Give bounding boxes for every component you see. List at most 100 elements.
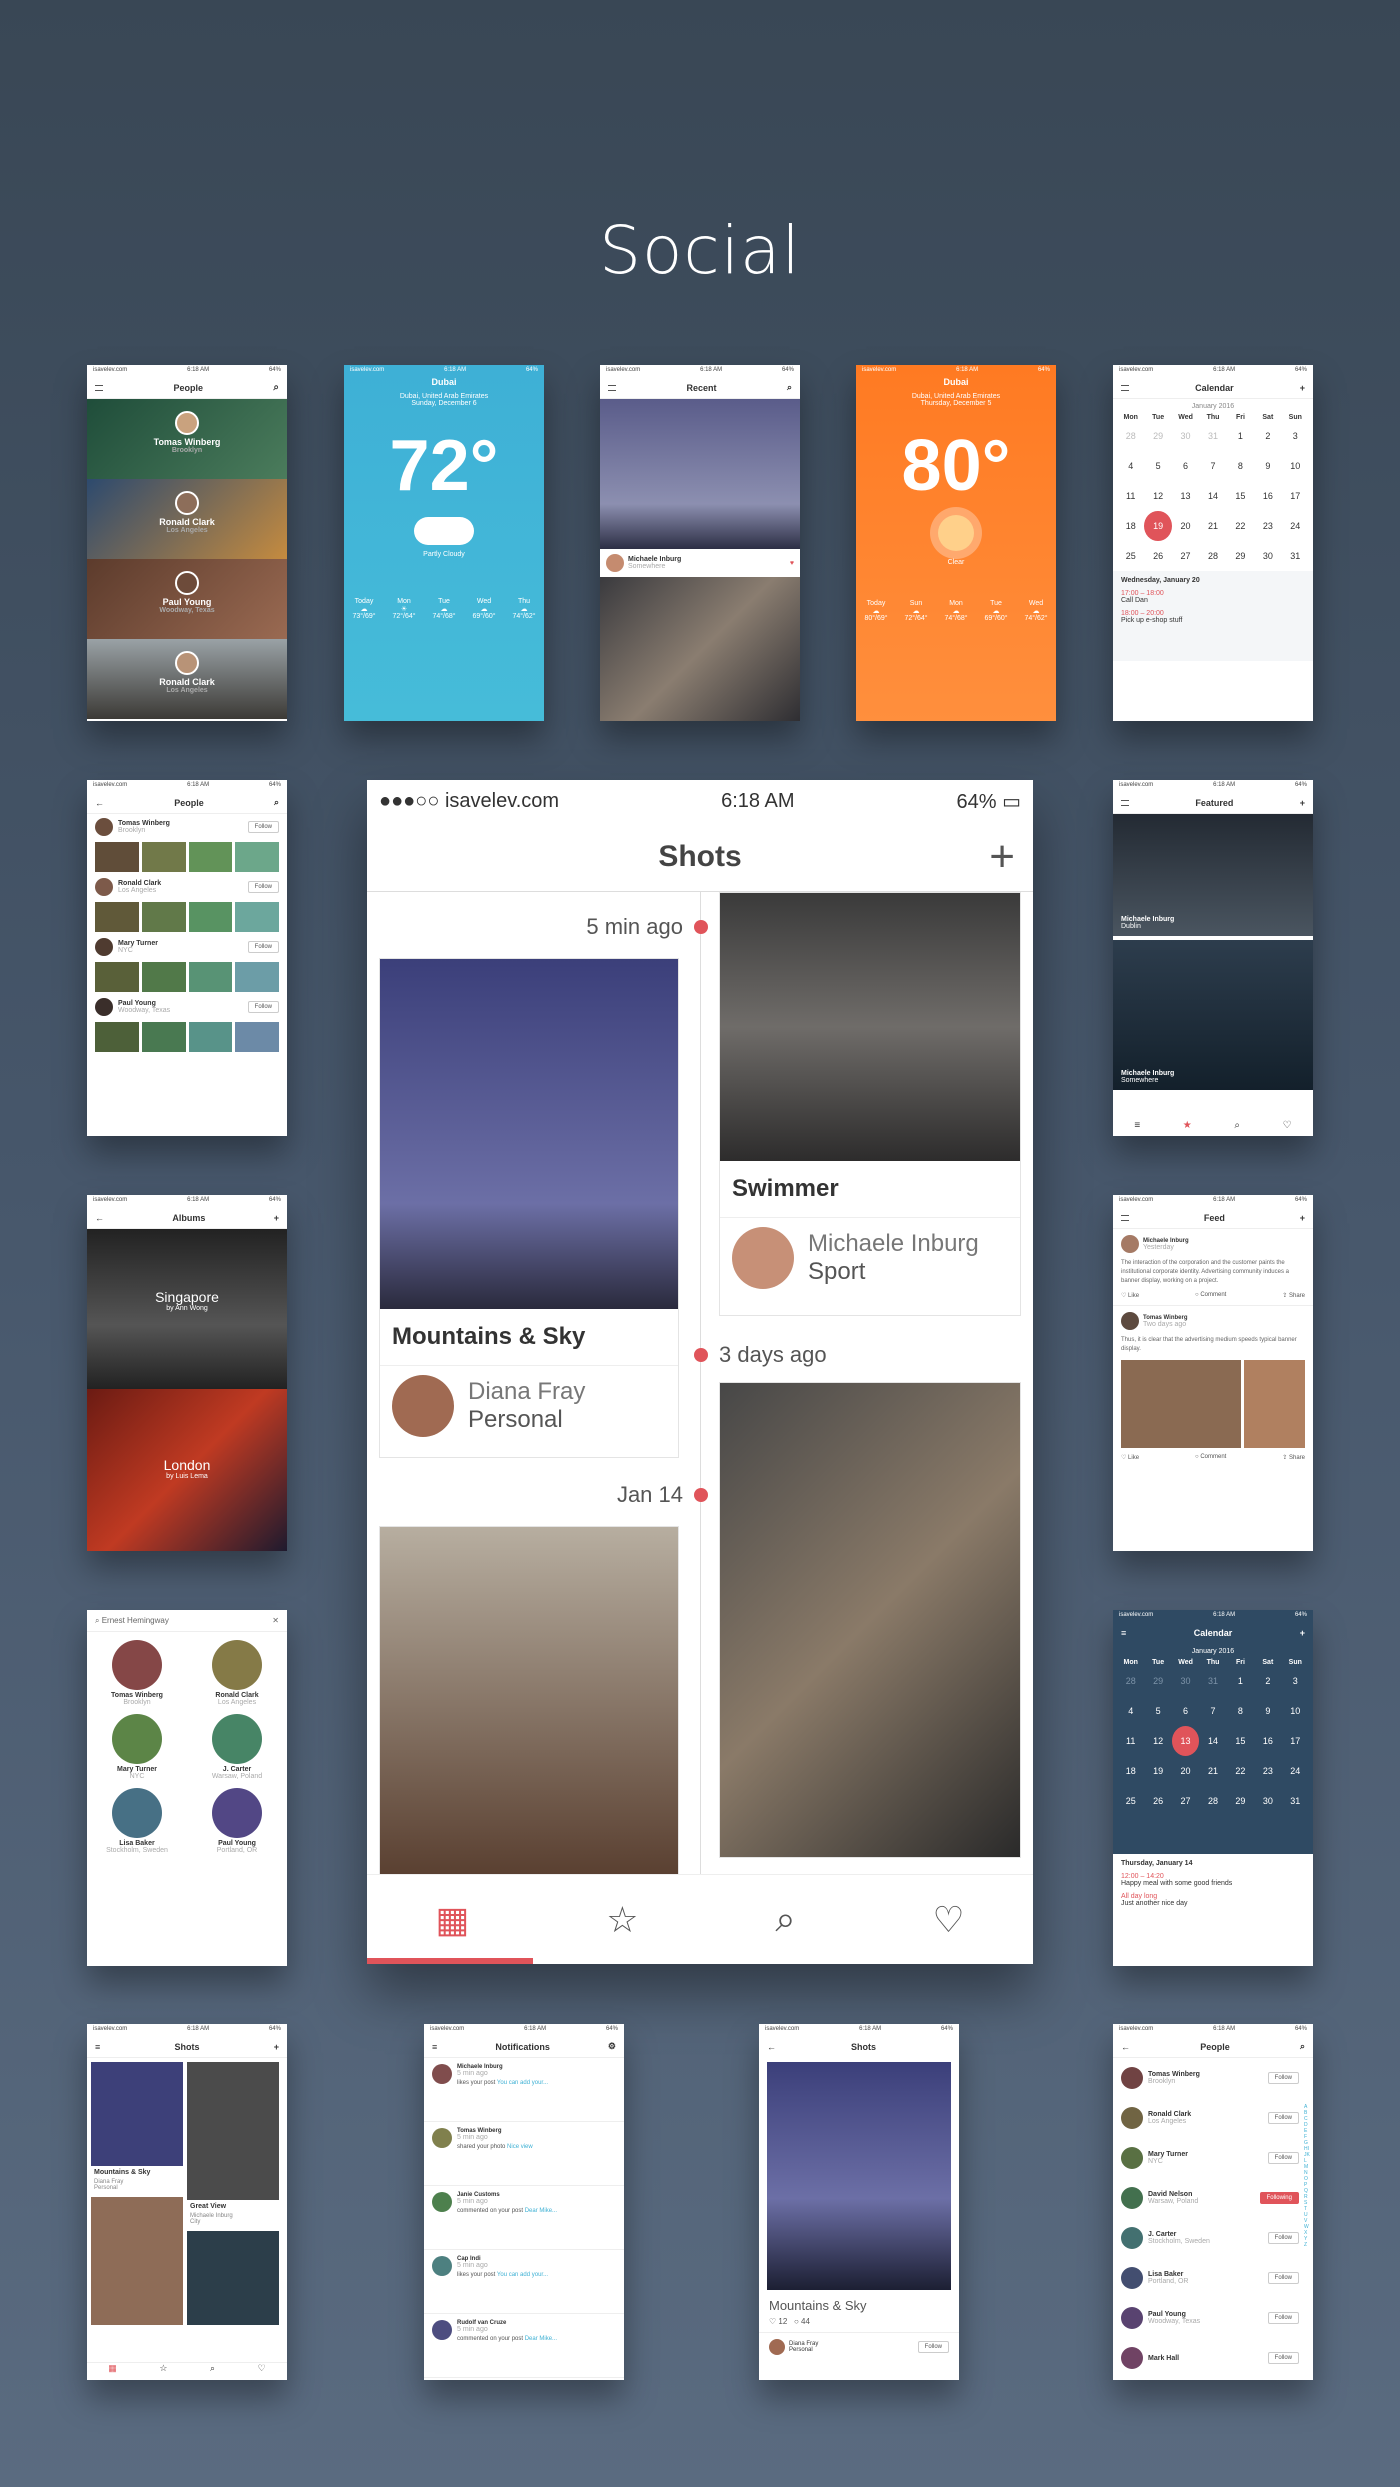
- calendar-day[interactable]: 30: [1172, 421, 1199, 451]
- calendar-day[interactable]: 6: [1172, 1696, 1199, 1726]
- photo[interactable]: [380, 959, 678, 1309]
- people-list-screen[interactable]: isavelev.com 6:18 AM 64% ← People ⌕ Tomas Wi…: [1113, 2024, 1313, 2380]
- follow-button[interactable]: Follow: [1267, 2152, 1299, 2164]
- calendar-day[interactable]: 28: [1117, 421, 1144, 451]
- day-grid[interactable]: 28 29 30 31 1 2 3 4 5 6 7 8 9 10 11 12 13 14 15 16 17 18 19 20 2…: [1113, 421, 1313, 571]
- person-tile[interactable]: Tomas Winberg Brooklyn: [87, 1640, 187, 1706]
- calendar-day[interactable]: 10: [1282, 451, 1309, 481]
- list-item[interactable]: Ronald Clark Los Angeles Follow: [87, 874, 287, 900]
- photo[interactable]: [600, 577, 800, 721]
- photo-strip[interactable]: [87, 840, 287, 874]
- follow-button[interactable]: Follow: [1267, 2232, 1299, 2244]
- calendar-day[interactable]: 9: [1254, 451, 1281, 481]
- photo[interactable]: [600, 399, 800, 549]
- photo-strip[interactable]: [87, 960, 287, 994]
- shots-screen[interactable]: ●●●○○ isavelev.com 6:18 AM 64% ▭ Shots + 5 …: [367, 780, 1033, 1964]
- calendar-day[interactable]: 17: [1282, 1726, 1309, 1756]
- notification-item[interactable]: Tomas Winberg 5 min ago shared your photo …: [424, 2122, 624, 2186]
- calendar-day[interactable]: 19: [1144, 1756, 1171, 1786]
- shot-card[interactable]: Mountains & Sky Diana Fray Personal: [379, 958, 679, 1458]
- list-item[interactable]: Paul Young Woodway, Texas: [87, 559, 287, 639]
- shot-card[interactable]: [379, 1526, 679, 1876]
- follow-button[interactable]: Follow: [247, 821, 279, 833]
- calendar-day[interactable]: 3: [1282, 1666, 1309, 1696]
- list-item[interactable]: Paul Young Woodway, Texas Follow: [87, 994, 287, 1020]
- shots-grid-screen[interactable]: isavelev.com 6:18 AM 64% ≡ Shots + Mountains…: [87, 2024, 287, 2380]
- weather-screen[interactable]: isavelev.com 6:18 AM 64% Dubai Dubai, Unit…: [344, 365, 544, 721]
- calendar-day[interactable]: 2: [1254, 1666, 1281, 1696]
- calendar-day[interactable]: 25: [1117, 541, 1144, 571]
- calendar-day[interactable]: 13: [1172, 481, 1199, 511]
- follow-button[interactable]: Follow: [1267, 2112, 1299, 2124]
- calendar-day[interactable]: 26: [1144, 541, 1171, 571]
- calendar-day[interactable]: 30: [1254, 541, 1281, 571]
- calendar-day[interactable]: 22: [1227, 511, 1254, 541]
- calendar-day[interactable]: 27: [1172, 541, 1199, 571]
- person-tile[interactable]: Lisa Baker Stockholm, Sweden: [87, 1788, 187, 1854]
- calendar-day[interactable]: 14: [1199, 481, 1226, 511]
- tab-bar[interactable]: ▦ ☆ ⌕ ♡: [87, 2362, 287, 2380]
- featured-screen[interactable]: isavelev.com 6:18 AM 64% Featured + Michael…: [1113, 780, 1313, 1136]
- calendar-day[interactable]: 27: [1172, 1786, 1199, 1816]
- calendar-day[interactable]: 21: [1199, 511, 1226, 541]
- calendar-day[interactable]: 12: [1144, 1726, 1171, 1756]
- calendar-day[interactable]: 31: [1199, 1666, 1226, 1696]
- calendar-day[interactable]: 11: [1117, 481, 1144, 511]
- photo-strip[interactable]: [87, 900, 287, 934]
- calendar-day[interactable]: 1: [1227, 1666, 1254, 1696]
- follow-button[interactable]: Follow: [917, 2341, 949, 2353]
- calendar-day[interactable]: 8: [1227, 451, 1254, 481]
- follow-button[interactable]: Following: [1259, 2192, 1299, 2204]
- shot-detail-screen[interactable]: isavelev.com 6:18 AM 64% ← Shots Mountains …: [759, 2024, 959, 2380]
- follow-button[interactable]: Follow: [1267, 2352, 1299, 2364]
- calendar-day[interactable]: 26: [1144, 1786, 1171, 1816]
- search-icon[interactable]: ⌕: [775, 1898, 795, 1941]
- list-item[interactable]: Mary Turner NYC Follow: [1113, 2138, 1313, 2178]
- calendar-screen[interactable]: isavelev.com 6:18 AM 64% Calendar + January…: [1113, 365, 1313, 721]
- search-screen[interactable]: ⌕ Ernest Hemingway ✕ Tomas Winberg Brookly…: [87, 1610, 287, 1966]
- list-item[interactable]: Mark Hall Follow: [1113, 2338, 1313, 2378]
- calendar-day[interactable]: 15: [1227, 1726, 1254, 1756]
- calendar-day[interactable]: 3: [1282, 421, 1309, 451]
- list-item[interactable]: Tomas Winberg Brooklyn Follow: [1113, 2058, 1313, 2098]
- calendar-day[interactable]: 28: [1199, 1786, 1226, 1816]
- photo[interactable]: [767, 2062, 951, 2290]
- person-tile[interactable]: Mary Turner NYC: [87, 1714, 187, 1780]
- calendar-day[interactable]: 23: [1254, 511, 1281, 541]
- list-item[interactable]: Tomas Winberg Brooklyn Follow: [87, 814, 287, 840]
- tab-bar[interactable]: ≡ ★ ⌕ ♡: [1113, 1114, 1313, 1136]
- calendar-day[interactable]: 12: [1144, 481, 1171, 511]
- album-card[interactable]: Singapore by Ann Wong: [87, 1229, 287, 1389]
- photo[interactable]: Michaele Inburg Somewhere: [1113, 940, 1313, 1090]
- calendar-day[interactable]: 6: [1172, 451, 1199, 481]
- calendar-day[interactable]: 2: [1254, 421, 1281, 451]
- calendar-day[interactable]: 13: [1171, 1726, 1200, 1756]
- menu-icon[interactable]: [95, 384, 103, 391]
- calendar-day[interactable]: 29: [1144, 421, 1171, 451]
- heart-icon[interactable]: ♡: [932, 1899, 964, 1941]
- feed-post[interactable]: Tomas Winberg Two days ago Thus, it is cl…: [1113, 1305, 1313, 1467]
- calendar-day[interactable]: 17: [1282, 481, 1309, 511]
- follow-button[interactable]: Follow: [1267, 2312, 1299, 2324]
- photo[interactable]: [720, 893, 1020, 1161]
- calendar-day[interactable]: 4: [1117, 1696, 1144, 1726]
- search-icon[interactable]: ⌕: [273, 382, 279, 393]
- calendar-day[interactable]: 9: [1254, 1696, 1281, 1726]
- calendar-day[interactable]: 5: [1144, 451, 1171, 481]
- list-item[interactable]: Tomas Winberg Brooklyn: [87, 399, 287, 479]
- calendar-day[interactable]: 20: [1172, 511, 1199, 541]
- calendar-day[interactable]: 30: [1254, 1786, 1281, 1816]
- list-item[interactable]: Ronald Clark Los Angeles Follow: [1113, 2098, 1313, 2138]
- calendar-day[interactable]: 22: [1227, 1756, 1254, 1786]
- notification-item[interactable]: Michaele Inburg 5 min ago likes your post …: [424, 2058, 624, 2122]
- calendar-day[interactable]: 4: [1117, 451, 1144, 481]
- search-input[interactable]: ⌕ Ernest Hemingway ✕: [87, 1610, 287, 1632]
- weather-screen-2[interactable]: isavelev.com 6:18 AM 64% Dubai Dubai, Unit…: [856, 365, 1056, 721]
- calendar-day[interactable]: 15: [1227, 481, 1254, 511]
- grid-icon[interactable]: ▦: [435, 1899, 469, 1941]
- calendar-day[interactable]: 28: [1117, 1666, 1144, 1696]
- calendar-day[interactable]: 21: [1199, 1756, 1226, 1786]
- shot-card[interactable]: Swimmer Michaele Inburg Sport: [719, 892, 1021, 1316]
- calendar-day[interactable]: 23: [1254, 1756, 1281, 1786]
- follow-button[interactable]: Follow: [247, 941, 279, 953]
